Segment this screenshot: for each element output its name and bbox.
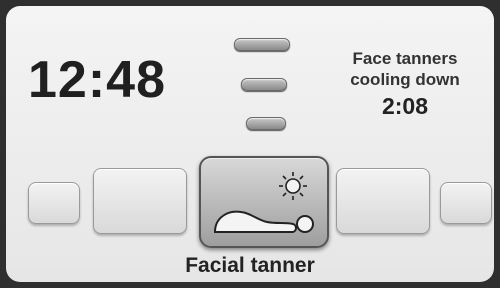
cooldown-line-1: Face tanners bbox=[352, 49, 458, 68]
person-icon bbox=[213, 210, 297, 233]
display-panel: 12:48 Face tanners cooling down 2:08 Fac… bbox=[6, 6, 494, 282]
clock-display: 12:48 bbox=[28, 51, 166, 109]
scroll-indicator-middle bbox=[241, 78, 287, 91]
cooldown-status: Face tanners cooling down 2:08 bbox=[330, 48, 480, 120]
selected-item-caption: Facial tanner bbox=[185, 254, 315, 277]
device-screen: 12:48 Face tanners cooling down 2:08 Fac… bbox=[0, 0, 500, 288]
cooldown-line-2: cooling down bbox=[350, 70, 460, 89]
carousel-tile-near-left[interactable] bbox=[93, 168, 187, 234]
facial-tanner-icon bbox=[213, 172, 314, 233]
scroll-indicator-bottom bbox=[246, 117, 286, 130]
scroll-indicator-top bbox=[234, 38, 290, 51]
carousel-tile-near-right[interactable] bbox=[336, 168, 430, 234]
sun-icon bbox=[279, 172, 307, 200]
carousel-tile-far-left[interactable] bbox=[28, 182, 80, 224]
carousel-tile-far-right[interactable] bbox=[440, 182, 492, 224]
cooldown-timer: 2:08 bbox=[381, 93, 429, 119]
carousel-tile-facial-tanner[interactable] bbox=[199, 156, 329, 248]
head-icon bbox=[296, 215, 314, 233]
